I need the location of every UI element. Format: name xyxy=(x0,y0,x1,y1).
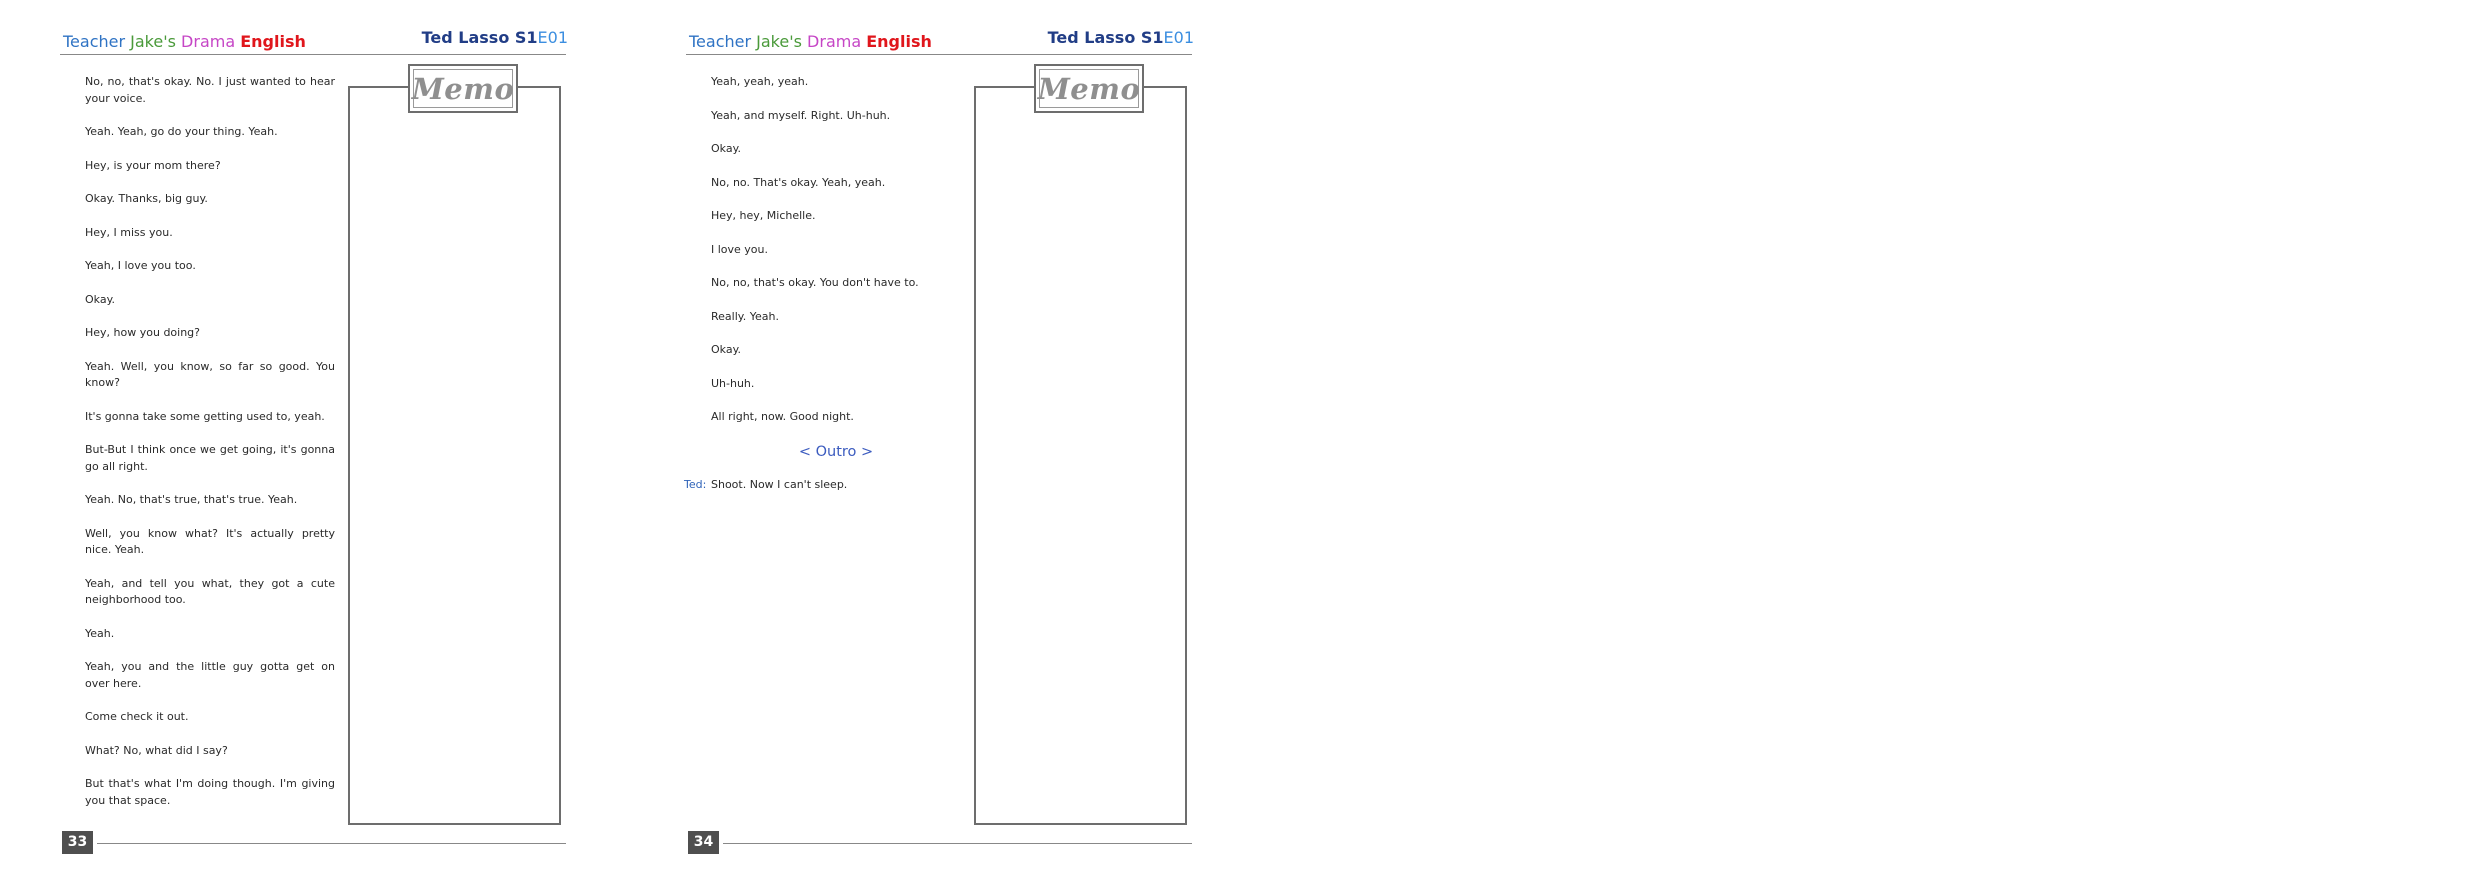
brand-word-drama: Drama xyxy=(181,32,236,51)
dialogue-line: Hey, how you doing? xyxy=(85,326,201,339)
dialogue-line: No, no, that's okay. No. I just wanted t… xyxy=(85,75,335,105)
dialogue-list: No, no, that's okay. No. I just wanted t… xyxy=(85,74,335,809)
episode-season: S1 xyxy=(514,28,538,47)
memo-label-box: Memo xyxy=(408,64,518,113)
brand-word-teacher: Teacher xyxy=(689,32,752,51)
brand-word-teacher: Teacher xyxy=(63,32,126,51)
memo-label: Memo xyxy=(411,71,515,106)
show-title: Ted Lasso xyxy=(1047,28,1141,47)
footer-divider xyxy=(97,843,566,844)
footer-divider xyxy=(723,843,1192,844)
dialogue-line: But that's what I'm doing though. I'm gi… xyxy=(85,777,335,807)
section-heading-outro: < Outro > xyxy=(798,443,874,460)
episode-number: E01 xyxy=(1163,28,1194,47)
dialogue-line: Okay. xyxy=(711,343,742,356)
show-title: Ted Lasso xyxy=(421,28,515,47)
brand-word-drama: Drama xyxy=(807,32,862,51)
dialogue-line: Well, you know what? It's actually prett… xyxy=(85,526,335,557)
brand-title: Teacher Jake's Drama English xyxy=(689,32,932,51)
memo-label-box: Memo xyxy=(1034,64,1144,113)
memo-label: Memo xyxy=(1037,71,1141,106)
header-divider xyxy=(686,54,1192,55)
dialogue-line: Hey, hey, Michelle. xyxy=(711,209,816,222)
brand-word-english: English xyxy=(866,32,932,51)
brand-word-jakes: Jake's xyxy=(130,32,176,51)
dialogue-line: No, no, that's okay. You don't have to. xyxy=(711,276,919,289)
dialogue-line: What? No, what did I say? xyxy=(85,743,228,757)
dialogue-line: Yeah. Well, you know, so far so good. Yo… xyxy=(85,359,335,390)
speaker-label: Ted: xyxy=(684,478,707,491)
dialogue-line: Yeah. No, that's true, that's true. Yeah… xyxy=(85,493,298,506)
episode-season: S1 xyxy=(1140,28,1164,47)
dialogue-list: Yeah, yeah, yeah. Yeah, and myself. Righ… xyxy=(684,74,961,494)
dialogue-line: But-But I think once we get going, it's … xyxy=(85,443,335,473)
memo-area xyxy=(974,86,1187,825)
dialogue-line: Okay. xyxy=(85,292,116,306)
header-divider xyxy=(60,54,566,55)
dialogue-line: Yeah. xyxy=(85,626,115,640)
dialogue-line: I love you. xyxy=(711,242,769,256)
dialogue-line: Yeah, and myself. Right. Uh-huh. xyxy=(711,108,891,122)
dialogue-line: Yeah, and tell you what, they got a cute… xyxy=(85,576,335,607)
page-right: Teacher Jake's Drama English Ted Lasso S… xyxy=(684,0,1206,878)
brand-title: Teacher Jake's Drama English xyxy=(63,32,306,51)
dialogue-line: Okay. xyxy=(711,142,742,155)
dialogue-line: Yeah, yeah, yeah. xyxy=(711,75,809,88)
page-number: 33 xyxy=(62,831,93,854)
dialogue-line: No, no. That's okay. Yeah, yeah. xyxy=(711,175,886,189)
dialogue-line-with-speaker: Ted: Shoot. Now I can't sleep. xyxy=(684,477,961,494)
page-left: Teacher Jake's Drama English Ted Lasso S… xyxy=(60,0,580,878)
dialogue-line: Yeah, I love you too. xyxy=(85,259,196,272)
brand-word-jakes: Jake's xyxy=(756,32,802,51)
page-number: 34 xyxy=(688,831,719,854)
episode-number: E01 xyxy=(537,28,568,47)
episode-title: Ted Lasso S1E01 xyxy=(1048,28,1194,47)
dialogue-line: Okay. Thanks, big guy. xyxy=(85,192,208,205)
dialogue-line: It's gonna take some getting used to, ye… xyxy=(85,409,325,423)
brand-word-english: English xyxy=(240,32,306,51)
dialogue-line: All right, now. Good night. xyxy=(711,410,854,423)
dialogue-line: Uh-huh. xyxy=(711,376,755,390)
memo-area xyxy=(348,86,561,825)
dialogue-line: Really. Yeah. xyxy=(711,309,779,323)
dialogue-line: Yeah, you and the little guy gotta get o… xyxy=(85,660,335,690)
dialogue-line: Hey, is your mom there? xyxy=(85,158,221,172)
dialogue-text: Shoot. Now I can't sleep. xyxy=(711,478,848,491)
dialogue-line: Yeah. Yeah, go do your thing. Yeah. xyxy=(85,125,278,138)
episode-title: Ted Lasso S1E01 xyxy=(422,28,568,47)
dialogue-line: Come check it out. xyxy=(85,710,189,723)
dialogue-line: Hey, I miss you. xyxy=(85,225,173,239)
